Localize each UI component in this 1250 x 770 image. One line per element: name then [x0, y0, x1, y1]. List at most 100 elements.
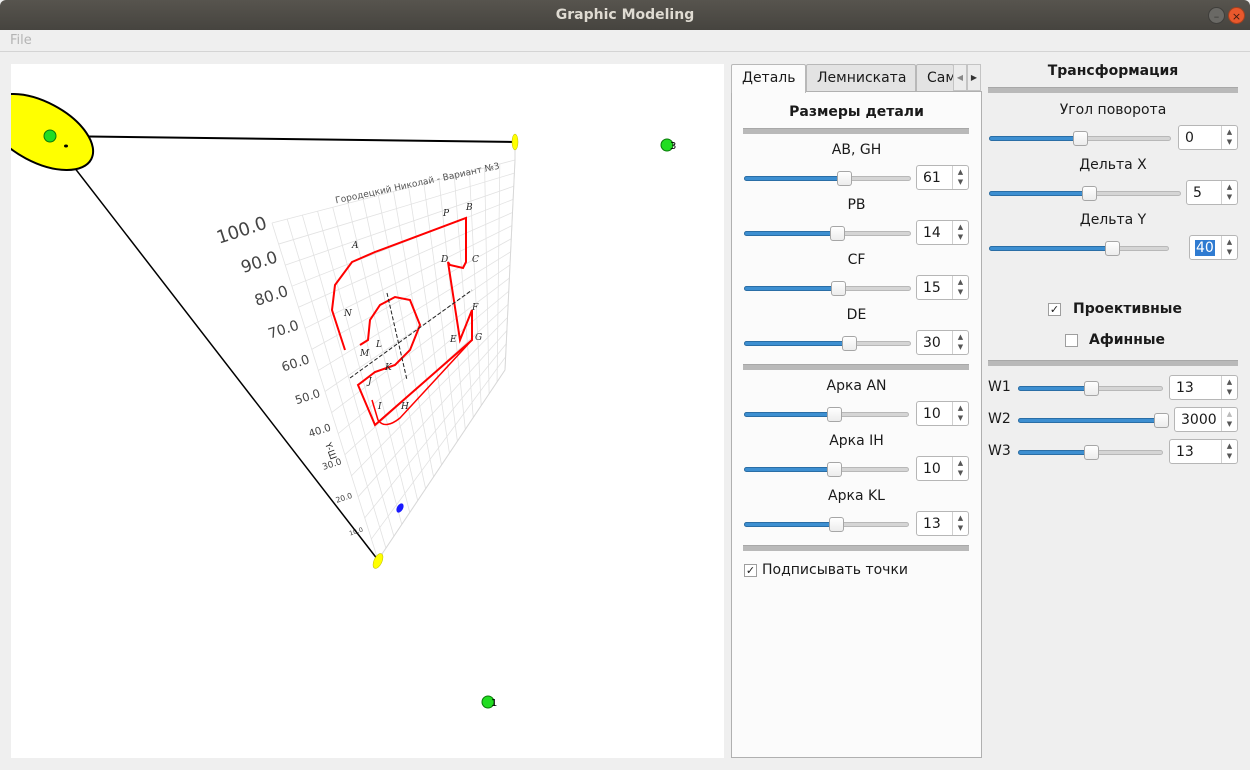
affine-checkbox[interactable] [1065, 334, 1078, 347]
tab-scroll-right-icon[interactable]: ▶ [967, 64, 981, 91]
transform-0-spinbox[interactable]: 0 ▲ ▼ [1178, 125, 1238, 150]
projective-checkbox[interactable]: ✓ [1048, 303, 1061, 316]
transform-1-spinbox[interactable]: 5 ▲ ▼ [1186, 180, 1238, 205]
tab-detail[interactable]: Деталь [731, 64, 806, 93]
arc-2-slider[interactable] [744, 516, 909, 532]
arc-0-slider[interactable] [744, 406, 909, 422]
spin-arrows-icon[interactable]: ▲ ▼ [952, 512, 968, 535]
slider-handle[interactable] [1083, 445, 1099, 460]
tab-lemniscate[interactable]: Лемниската [806, 64, 916, 92]
control-point[interactable] [43, 129, 57, 143]
spinbox-value[interactable]: 13 [1176, 380, 1194, 396]
spinbox-value[interactable]: 14 [923, 225, 941, 241]
detail-1-spinbox[interactable]: 14 ▲ ▼ [916, 220, 969, 245]
transform-1-slider[interactable] [989, 185, 1181, 201]
spin-down-icon[interactable]: ▼ [1222, 137, 1237, 147]
spinbox-value[interactable]: 13 [1176, 444, 1194, 460]
detail-1-slider[interactable] [744, 225, 911, 241]
spinbox-value[interactable]: 40 [1195, 240, 1215, 256]
spinbox-value[interactable]: 13 [923, 516, 941, 532]
slider-handle[interactable] [1154, 413, 1169, 428]
detail-3-spinbox[interactable]: 30 ▲ ▼ [916, 330, 969, 355]
spin-down-icon[interactable]: ▼ [953, 413, 968, 423]
label-points-checkbox[interactable]: ✓ [744, 564, 757, 577]
spin-down-icon[interactable]: ▼ [1222, 387, 1237, 397]
menu-file[interactable]: File [10, 33, 32, 48]
spin-down-icon[interactable]: ▼ [953, 232, 968, 242]
spinbox-value[interactable]: 10 [923, 461, 941, 477]
weight-3-slider[interactable] [1018, 444, 1163, 460]
slider-handle[interactable] [1081, 186, 1097, 201]
slider-handle[interactable] [1073, 131, 1088, 146]
spin-down-icon[interactable]: ▼ [1222, 192, 1237, 202]
spin-arrows-icon[interactable]: ▲ ▼ [952, 166, 968, 189]
slider-handle[interactable] [831, 281, 847, 296]
spinbox-value[interactable]: 15 [923, 280, 941, 296]
transform-2-spinbox[interactable]: 40 ▲ ▼ [1189, 235, 1238, 260]
slider-handle[interactable] [841, 336, 857, 351]
projective-label[interactable]: Проективные [1073, 301, 1182, 317]
tab-scroll-left-icon[interactable]: ◀ [953, 64, 967, 91]
weight-1-slider[interactable] [1018, 380, 1163, 396]
slider-handle[interactable] [1083, 381, 1099, 396]
spin-arrows-icon[interactable]: ▲ ▼ [1221, 236, 1237, 259]
spin-down-icon[interactable]: ▼ [1222, 451, 1237, 461]
slider-handle[interactable] [829, 226, 845, 241]
detail-2-spinbox[interactable]: 15 ▲ ▼ [916, 275, 969, 300]
spin-up-icon[interactable]: ▲ [953, 277, 968, 287]
slider-handle[interactable] [837, 171, 853, 186]
spinbox-value[interactable]: 0 [1185, 130, 1194, 146]
detail-0-spinbox[interactable]: 61 ▲ ▼ [916, 165, 969, 190]
weight-ellipse[interactable] [11, 78, 105, 185]
spin-up-icon[interactable]: ▲ [953, 403, 968, 413]
spin-arrows-icon[interactable]: ▲ ▼ [1221, 126, 1237, 149]
spin-arrows-icon[interactable]: ▲ ▼ [1221, 440, 1237, 463]
drawing-canvas[interactable]: 100.090.080.070.060.050.040.030.020.010.… [11, 64, 724, 758]
spin-arrows-icon[interactable]: ▲ ▼ [1221, 376, 1237, 399]
weight-3-spinbox[interactable]: 13 ▲ ▼ [1169, 439, 1238, 464]
spin-up-icon[interactable]: ▲ [953, 167, 968, 177]
spin-up-icon[interactable]: ▲ [953, 458, 968, 468]
minimize-icon[interactable]: – [1208, 7, 1225, 24]
spin-up-icon[interactable]: ▲ [1222, 127, 1237, 137]
weight-2-spinbox[interactable]: 3000 ▲ ▼ [1174, 407, 1238, 432]
spin-down-icon[interactable]: ▼ [1222, 419, 1237, 429]
arc-1-slider[interactable] [744, 461, 909, 477]
detail-3-slider[interactable] [744, 335, 911, 351]
slider-handle[interactable] [827, 462, 843, 477]
tab-airplane[interactable]: Самолет [916, 64, 954, 92]
weight-ellipse[interactable] [511, 133, 519, 151]
spinbox-value[interactable]: 3000 [1181, 412, 1217, 428]
spin-down-icon[interactable]: ▼ [1222, 247, 1237, 257]
spin-up-icon[interactable]: ▲ [1222, 441, 1237, 451]
spin-down-icon[interactable]: ▼ [953, 177, 968, 187]
spin-up-icon[interactable]: ▲ [1222, 237, 1237, 247]
spin-down-icon[interactable]: ▼ [953, 523, 968, 533]
slider-handle[interactable] [827, 407, 843, 422]
spin-down-icon[interactable]: ▼ [953, 287, 968, 297]
transform-0-slider[interactable] [989, 130, 1171, 146]
spin-up-icon[interactable]: ▲ [953, 513, 968, 523]
slider-handle[interactable] [828, 517, 844, 532]
spin-arrows-icon[interactable]: ▲ ▼ [952, 457, 968, 480]
spin-arrows-icon[interactable]: ▲ ▼ [952, 402, 968, 425]
affine-label[interactable]: Афинные [1089, 332, 1165, 348]
spinbox-value[interactable]: 61 [923, 170, 941, 186]
spin-arrows-icon[interactable]: ▲ ▼ [1221, 408, 1237, 431]
spin-arrows-icon[interactable]: ▲ ▼ [1221, 181, 1237, 204]
spin-arrows-icon[interactable]: ▲ ▼ [952, 221, 968, 244]
arc-0-spinbox[interactable]: 10 ▲ ▼ [916, 401, 969, 426]
label-points-label[interactable]: Подписывать точки [762, 562, 908, 578]
arc-2-spinbox[interactable]: 13 ▲ ▼ [916, 511, 969, 536]
spin-up-icon[interactable]: ▲ [953, 332, 968, 342]
slider-handle[interactable] [1105, 241, 1121, 256]
spinbox-value[interactable]: 30 [923, 335, 941, 351]
close-icon[interactable]: × [1228, 7, 1245, 24]
spin-down-icon[interactable]: ▼ [953, 468, 968, 478]
detail-2-slider[interactable] [744, 280, 911, 296]
spin-arrows-icon[interactable]: ▲ ▼ [952, 331, 968, 354]
transform-2-slider[interactable] [989, 240, 1169, 256]
spin-down-icon[interactable]: ▼ [953, 342, 968, 352]
spin-up-icon[interactable]: ▲ [1222, 377, 1237, 387]
detail-0-slider[interactable] [744, 170, 911, 186]
